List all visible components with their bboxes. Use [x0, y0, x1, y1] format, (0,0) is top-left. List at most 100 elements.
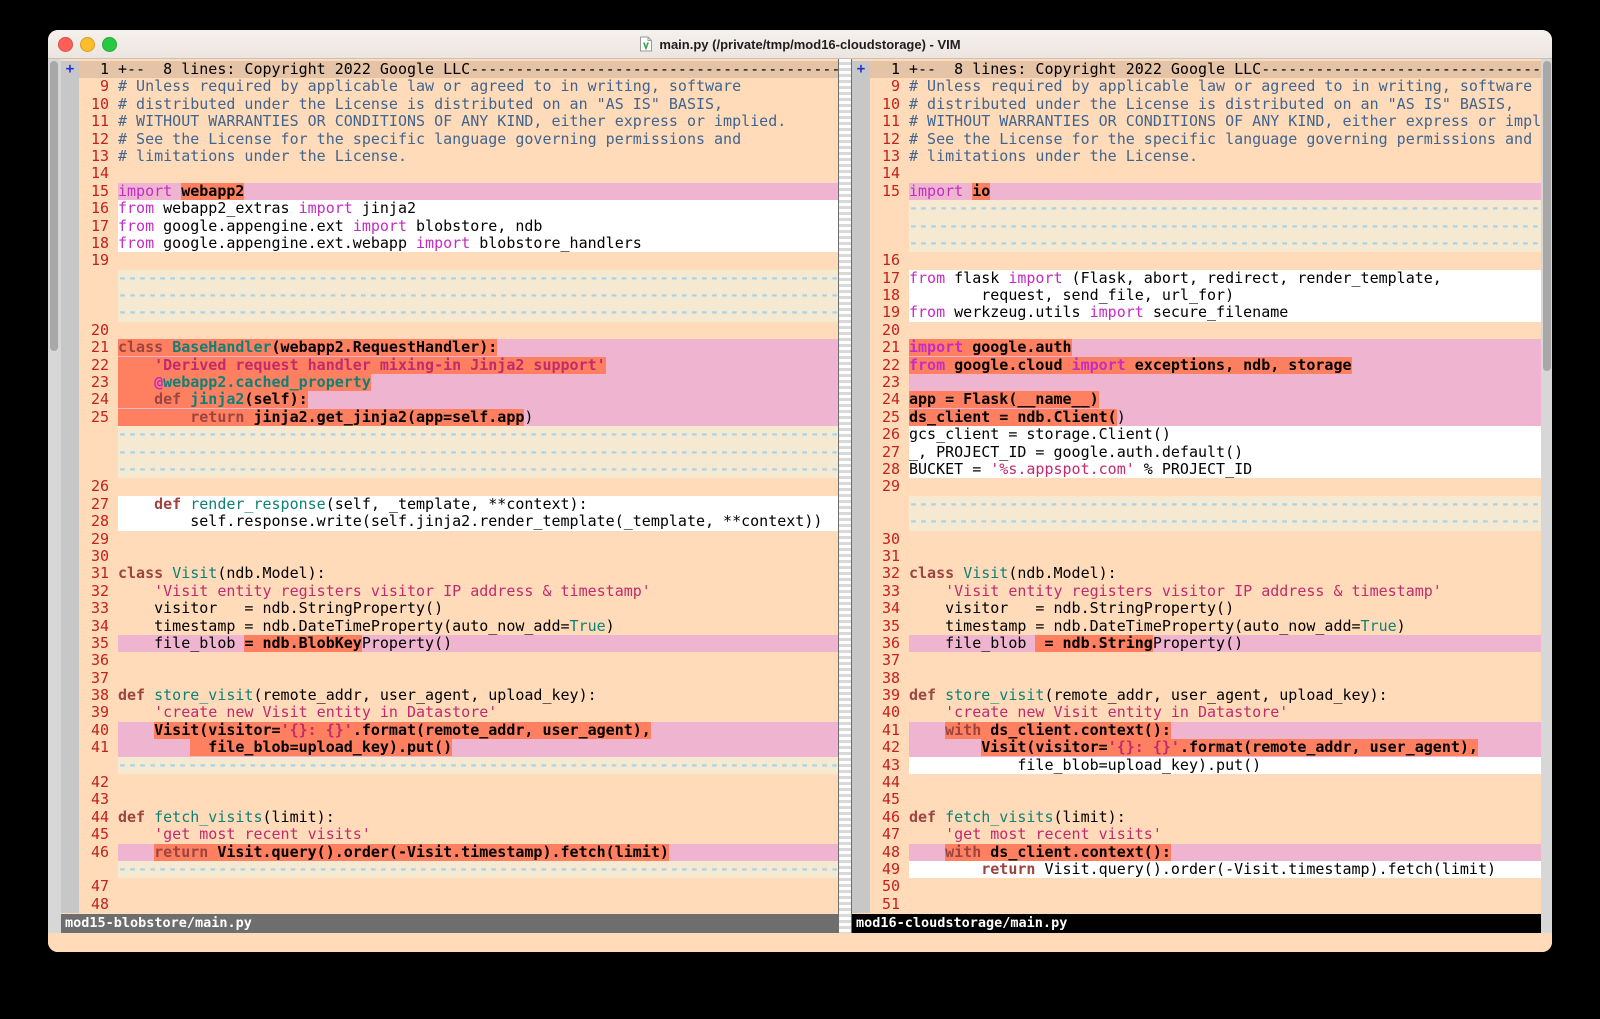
code-line[interactable]: 20: [852, 322, 1541, 339]
code-line[interactable]: 29: [852, 478, 1541, 495]
code-line[interactable]: 38def store_visit(remote_addr, user_agen…: [61, 687, 838, 704]
diff-filler-line[interactable]: ----------------------------------------…: [61, 757, 838, 774]
left-pane[interactable]: +1+-- 8 lines: Copyright 2022 Google LLC…: [61, 59, 838, 933]
code-line[interactable]: 40 Visit(visitor='{}: {}'.format(remote_…: [61, 722, 838, 739]
code-line[interactable]: 39 'create new Visit entity in Datastore…: [61, 704, 838, 721]
code-line[interactable]: 45 'get most recent visits': [61, 826, 838, 843]
code-line[interactable]: 35 timestamp = ndb.DateTimeProperty(auto…: [852, 618, 1541, 635]
code-line[interactable]: 44def fetch_visits(limit):: [61, 809, 838, 826]
code-line[interactable]: 43 file_blob=upload_key).put(): [852, 757, 1541, 774]
code-line[interactable]: 25 return jinja2.get_jinja2(app=self.app…: [61, 409, 838, 426]
code-line[interactable]: 10# distributed under the License is dis…: [61, 96, 838, 113]
code-line[interactable]: 12# See the License for the specific lan…: [61, 131, 838, 148]
left-statusline[interactable]: mod15-blobstore/main.py: [61, 914, 838, 933]
code-line[interactable]: 48: [61, 896, 838, 913]
code-line[interactable]: 40 'create new Visit entity in Datastore…: [852, 704, 1541, 721]
left-scrollbar[interactable]: [48, 59, 61, 933]
code-line[interactable]: 32class Visit(ndb.Model):: [852, 565, 1541, 582]
code-line[interactable]: 34 timestamp = ndb.DateTimeProperty(auto…: [61, 618, 838, 635]
code-line[interactable]: 11# WITHOUT WARRANTIES OR CONDITIONS OF …: [852, 113, 1541, 130]
code-line[interactable]: 25ds_client = ndb.Client(): [852, 409, 1541, 426]
left-scrollbar-thumb[interactable]: [50, 61, 58, 351]
code-line[interactable]: 18from google.appengine.ext.webapp impor…: [61, 235, 838, 252]
code-line[interactable]: 12# See the License for the specific lan…: [852, 131, 1541, 148]
code-line[interactable]: 31: [852, 548, 1541, 565]
close-button[interactable]: [58, 37, 73, 52]
diff-filler-line[interactable]: ----------------------------------------…: [61, 861, 838, 878]
code-line[interactable]: 30: [852, 531, 1541, 548]
code-line[interactable]: 23 @webapp2.cached_property: [61, 374, 838, 391]
diff-filler-line[interactable]: ----------------------------------------…: [852, 218, 1541, 235]
code-line[interactable]: 36 file_blob = ndb.StringProperty(): [852, 635, 1541, 652]
code-line[interactable]: 26: [61, 478, 838, 495]
code-line[interactable]: 41 with ds_client.context():: [852, 722, 1541, 739]
code-line[interactable]: 27 def render_response(self, _template, …: [61, 496, 838, 513]
right-pane-buffer[interactable]: +1+-- 8 lines: Copyright 2022 Google LLC…: [852, 59, 1541, 914]
code-line[interactable]: 43: [61, 791, 838, 808]
code-line[interactable]: 31class Visit(ndb.Model):: [61, 565, 838, 582]
right-statusline[interactable]: mod16-cloudstorage/main.py: [852, 914, 1541, 933]
diff-filler-line[interactable]: ----------------------------------------…: [61, 270, 838, 287]
code-line[interactable]: 33 'Visit entity registers visitor IP ad…: [852, 583, 1541, 600]
diff-filler-line[interactable]: ----------------------------------------…: [852, 235, 1541, 252]
left-pane-buffer[interactable]: +1+-- 8 lines: Copyright 2022 Google LLC…: [61, 59, 838, 914]
code-line[interactable]: 18 request, send_file, url_for): [852, 287, 1541, 304]
code-line[interactable]: 20: [61, 322, 838, 339]
code-line[interactable]: 29: [61, 531, 838, 548]
code-line[interactable]: 28 self.response.write(self.jinja2.rende…: [61, 513, 838, 530]
code-line[interactable]: 11# WITHOUT WARRANTIES OR CONDITIONS OF …: [61, 113, 838, 130]
code-line[interactable]: 38: [852, 670, 1541, 687]
code-line[interactable]: 49 return Visit.query().order(-Visit.tim…: [852, 861, 1541, 878]
code-line[interactable]: 42: [61, 774, 838, 791]
code-line[interactable]: 13# limitations under the License.: [61, 148, 838, 165]
zoom-button[interactable]: [102, 37, 117, 52]
code-line[interactable]: 46def fetch_visits(limit):: [852, 809, 1541, 826]
code-line[interactable]: 37: [61, 670, 838, 687]
code-line[interactable]: 22from google.cloud import exceptions, n…: [852, 357, 1541, 374]
right-pane[interactable]: +1+-- 8 lines: Copyright 2022 Google LLC…: [852, 59, 1541, 933]
code-line[interactable]: 13# limitations under the License.: [852, 148, 1541, 165]
code-line[interactable]: 37: [852, 652, 1541, 669]
code-line[interactable]: 28BUCKET = '%s.appspot.com' % PROJECT_ID: [852, 461, 1541, 478]
code-line[interactable]: 19: [61, 252, 838, 269]
code-line[interactable]: 32 'Visit entity registers visitor IP ad…: [61, 583, 838, 600]
code-line[interactable]: 21class BaseHandler(webapp2.RequestHandl…: [61, 339, 838, 356]
code-line[interactable]: 45: [852, 791, 1541, 808]
code-line[interactable]: 35 file_blob = ndb.BlobKeyProperty(): [61, 635, 838, 652]
right-scrollbar-thumb[interactable]: [1543, 61, 1551, 371]
diff-filler-line[interactable]: ----------------------------------------…: [61, 444, 838, 461]
diff-filler-line[interactable]: ----------------------------------------…: [61, 287, 838, 304]
code-line[interactable]: 24app = Flask(__name__): [852, 391, 1541, 408]
code-line[interactable]: 16: [852, 252, 1541, 269]
code-line[interactable]: 15import io: [852, 183, 1541, 200]
code-line[interactable]: +1+-- 8 lines: Copyright 2022 Google LLC…: [61, 61, 838, 78]
code-line[interactable]: 9# Unless required by applicable law or …: [61, 78, 838, 95]
code-line[interactable]: +1+-- 8 lines: Copyright 2022 Google LLC…: [852, 61, 1541, 78]
code-line[interactable]: 24 def jinja2(self):: [61, 391, 838, 408]
code-line[interactable]: 51: [852, 896, 1541, 913]
diff-filler-line[interactable]: ----------------------------------------…: [852, 200, 1541, 217]
code-line[interactable]: 26gcs_client = storage.Client(): [852, 426, 1541, 443]
code-line[interactable]: 44: [852, 774, 1541, 791]
code-line[interactable]: 48 with ds_client.context():: [852, 844, 1541, 861]
code-line[interactable]: 15import webapp2: [61, 183, 838, 200]
right-scrollbar[interactable]: [1541, 59, 1552, 933]
code-line[interactable]: 34 visitor = ndb.StringProperty(): [852, 600, 1541, 617]
code-line[interactable]: 30: [61, 548, 838, 565]
diff-filler-line[interactable]: ----------------------------------------…: [852, 496, 1541, 513]
diff-filler-line[interactable]: ----------------------------------------…: [61, 426, 838, 443]
code-line[interactable]: 39def store_visit(remote_addr, user_agen…: [852, 687, 1541, 704]
split-divider[interactable]: [838, 59, 852, 933]
code-line[interactable]: 17from google.appengine.ext import blobs…: [61, 218, 838, 235]
minimize-button[interactable]: [80, 37, 95, 52]
code-line[interactable]: 33 visitor = ndb.StringProperty(): [61, 600, 838, 617]
code-line[interactable]: 16from webapp2_extras import jinja2: [61, 200, 838, 217]
code-line[interactable]: 14: [852, 165, 1541, 182]
code-line[interactable]: 9# Unless required by applicable law or …: [852, 78, 1541, 95]
code-line[interactable]: 42 Visit(visitor='{}: {}'.format(remote_…: [852, 739, 1541, 756]
fold-plus-icon[interactable]: +: [852, 61, 870, 78]
diff-filler-line[interactable]: ----------------------------------------…: [852, 513, 1541, 530]
code-line[interactable]: 41 file_blob=upload_key).put(): [61, 739, 838, 756]
code-line[interactable]: 36: [61, 652, 838, 669]
fold-plus-icon[interactable]: +: [61, 61, 79, 78]
